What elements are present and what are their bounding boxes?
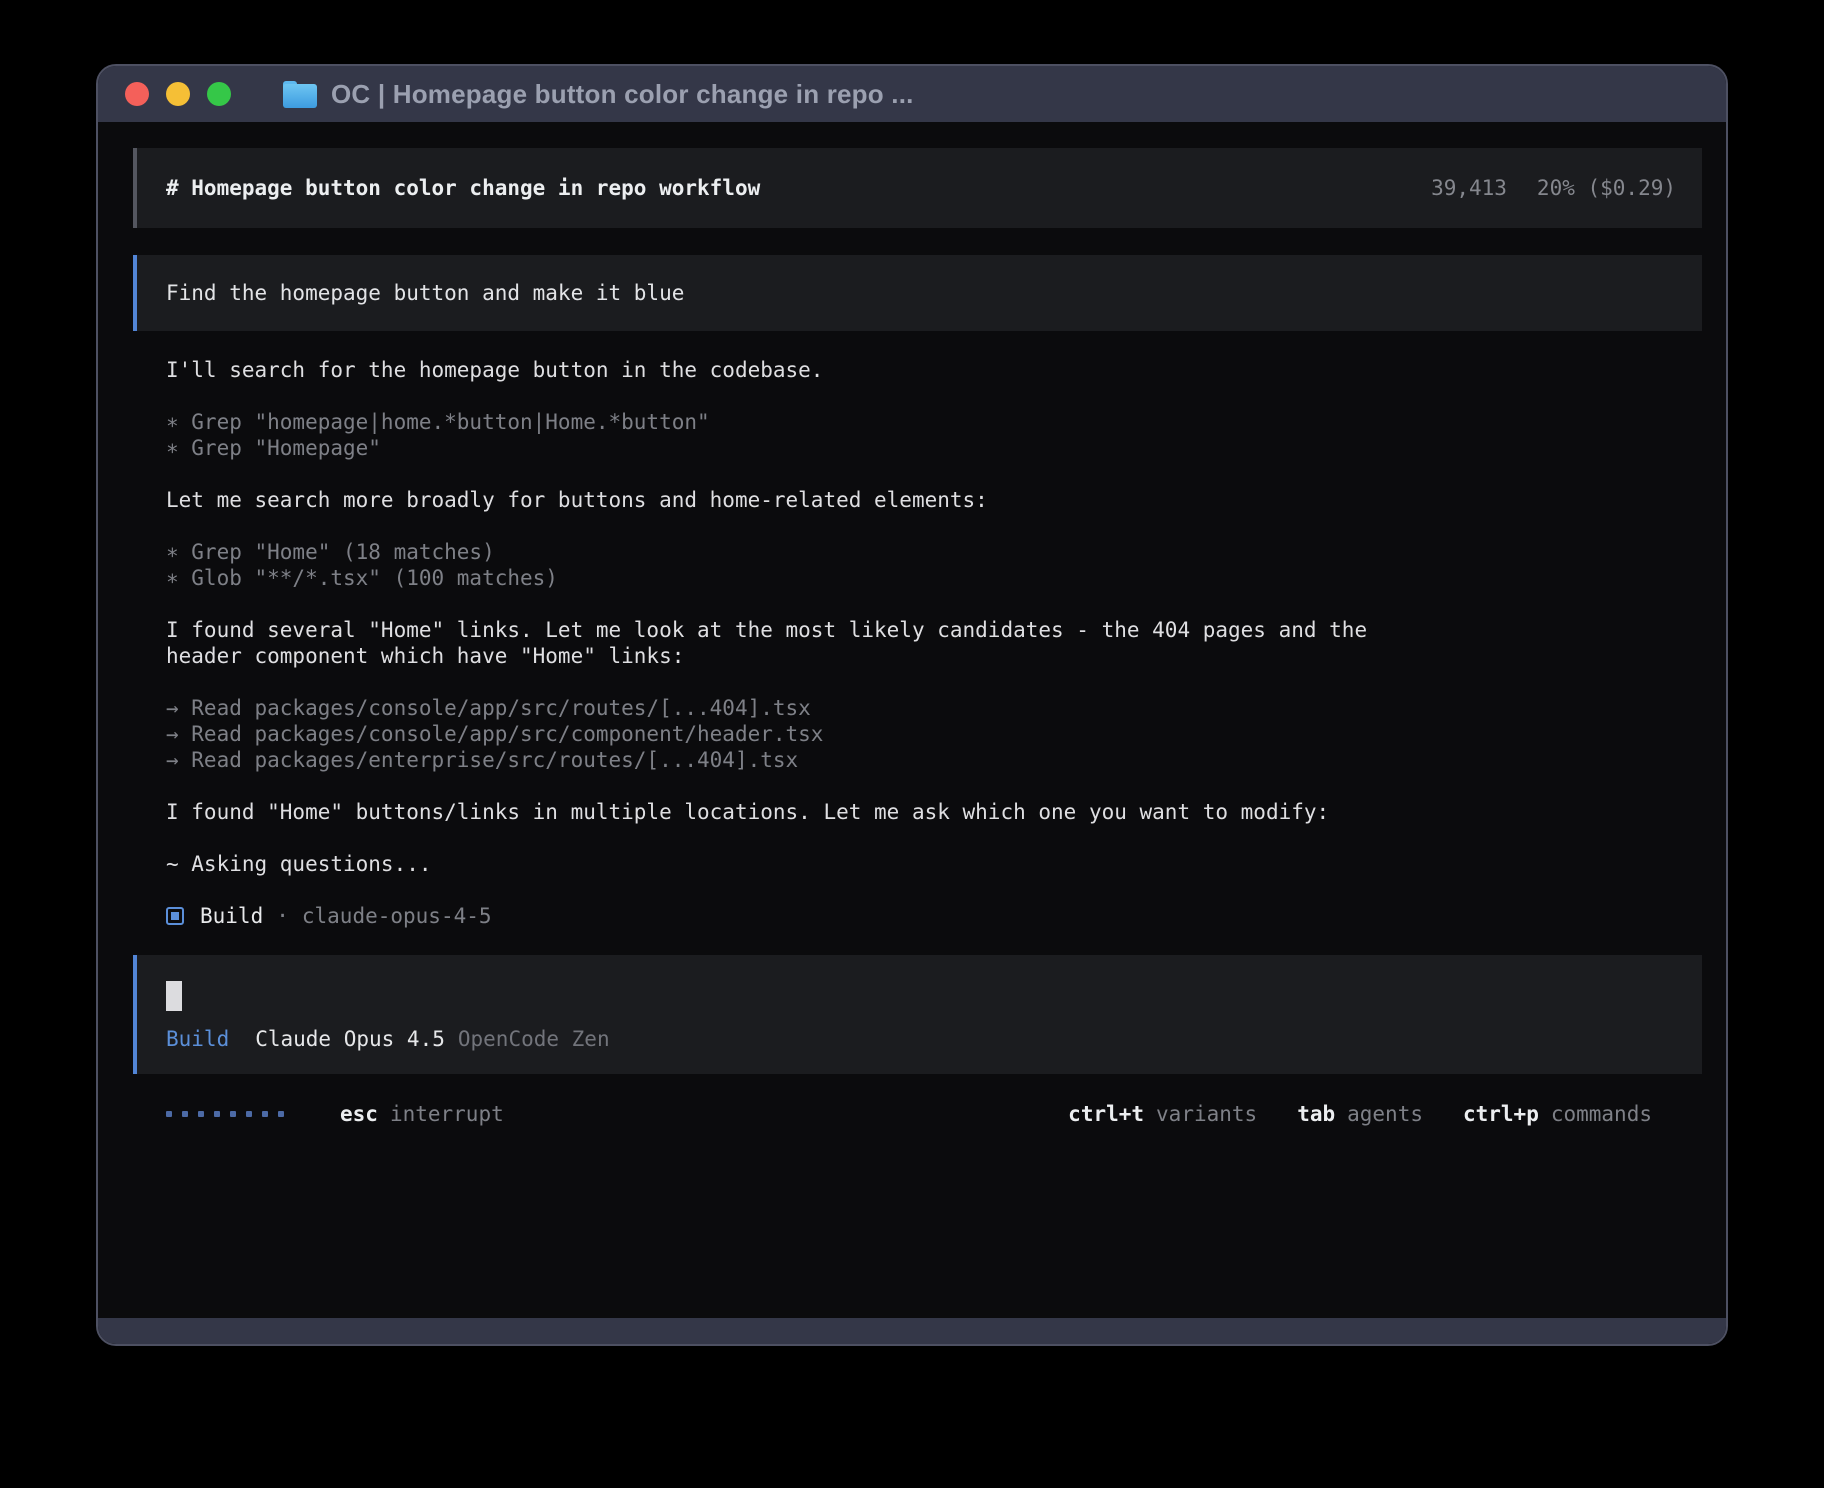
blank-line [133, 383, 1702, 409]
window-footer-strip [98, 1318, 1726, 1344]
input-mode-label: Build [166, 1026, 229, 1052]
tool-call-line: → Read packages/console/app/src/componen… [133, 721, 1702, 747]
keyboard-hints: ctrl+t variants tab agents ctrl+p commands [1068, 1101, 1652, 1127]
keyboard-hint: tab agents [1297, 1101, 1423, 1127]
blank-line [133, 669, 1702, 695]
minimize-button[interactable] [166, 82, 190, 106]
spinner-dot [246, 1111, 252, 1117]
blank-line [133, 877, 1702, 903]
hint-key: tab [1297, 1101, 1335, 1127]
hint-key: ctrl+t [1068, 1101, 1144, 1127]
hint-label: agents [1347, 1101, 1423, 1127]
hint-key: ctrl+p [1463, 1101, 1539, 1127]
titlebar[interactable]: OC | Homepage button color change in rep… [98, 66, 1726, 122]
user-message: Find the homepage button and make it blu… [133, 255, 1702, 331]
blank-line [133, 773, 1702, 799]
tool-call-line: → Read packages/enterprise/src/routes/[.… [133, 747, 1702, 773]
text-cursor [166, 981, 182, 1011]
tool-call-line: ∗ Grep "homepage|home.*button|Home.*butt… [133, 409, 1702, 435]
spinner-dot [182, 1111, 188, 1117]
titlebar-title-group: OC | Homepage button color change in rep… [283, 79, 914, 110]
context-usage: 20% ($0.29) [1537, 175, 1676, 201]
statusbar: esc interrupt ctrl+tvariantstabagentsctr… [133, 1100, 1702, 1128]
prompt-input[interactable]: Build Claude Opus 4.5 OpenCode Zen [133, 955, 1702, 1074]
tool-call-line: ∗ Glob "**/*.tsx" (100 matches) [133, 565, 1702, 591]
assistant-text-line: header component which have "Home" links… [133, 643, 1702, 669]
blank-line [133, 513, 1702, 539]
agent-badge-row: Build · claude-opus-4-5 [133, 903, 1702, 929]
tool-call-line: → Read packages/console/app/src/routes/[… [133, 695, 1702, 721]
keyboard-hint: ctrl+t variants [1068, 1101, 1257, 1127]
spinner-dot [166, 1111, 172, 1117]
session-title: # Homepage button color change in repo w… [166, 175, 760, 201]
esc-key: esc [340, 1101, 378, 1127]
spinner-dot [278, 1111, 284, 1117]
folder-icon [283, 81, 317, 108]
tool-call-line: ∗ Grep "Homepage" [133, 435, 1702, 461]
assistant-text-line: I found "Home" buttons/links in multiple… [133, 799, 1702, 825]
spinner-dot [198, 1111, 204, 1117]
session-stats: 39,413 20% ($0.29) [1431, 175, 1676, 201]
assistant-text-line: Let me search more broadly for buttons a… [133, 487, 1702, 513]
blank-line [133, 591, 1702, 617]
esc-hint: esc interrupt [340, 1101, 504, 1127]
spinner-dot [214, 1111, 220, 1117]
assistant-text-line: ~ Asking questions... [133, 851, 1702, 877]
window-title: OC | Homepage button color change in rep… [331, 79, 914, 110]
agent-model: claude-opus-4-5 [302, 903, 492, 929]
spinner-dot [262, 1111, 268, 1117]
input-model-label: Claude Opus 4.5 [255, 1026, 445, 1052]
esc-label: interrupt [390, 1101, 504, 1127]
transcript: I'll search for the homepage button in t… [133, 357, 1702, 903]
assistant-text-line: I'll search for the homepage button in t… [133, 357, 1702, 383]
spinner-dots [166, 1111, 284, 1117]
agent-badge-icon [166, 907, 184, 925]
keyboard-hint: ctrl+p commands [1463, 1101, 1652, 1127]
terminal-window: OC | Homepage button color change in rep… [96, 64, 1728, 1346]
hint-label: variants [1156, 1101, 1257, 1127]
agent-name: Build [200, 903, 263, 929]
traffic-lights [125, 82, 231, 106]
assistant-text-line: I found several "Home" links. Let me loo… [133, 617, 1702, 643]
zoom-button[interactable] [207, 82, 231, 106]
close-button[interactable] [125, 82, 149, 106]
blank-line [133, 461, 1702, 487]
input-provider-label: OpenCode Zen [458, 1026, 610, 1052]
prompt-status-row: Build Claude Opus 4.5 OpenCode Zen [166, 1026, 1702, 1074]
user-message-text: Find the homepage button and make it blu… [166, 280, 684, 306]
token-count: 39,413 [1431, 175, 1507, 201]
hint-label: commands [1551, 1101, 1652, 1127]
session-header: # Homepage button color change in repo w… [133, 148, 1702, 228]
separator-dot: · [276, 903, 289, 929]
spinner-dot [230, 1111, 236, 1117]
tool-call-line: ∗ Grep "Home" (18 matches) [133, 539, 1702, 565]
terminal-content: # Homepage button color change in repo w… [98, 122, 1726, 1318]
blank-line [133, 825, 1702, 851]
